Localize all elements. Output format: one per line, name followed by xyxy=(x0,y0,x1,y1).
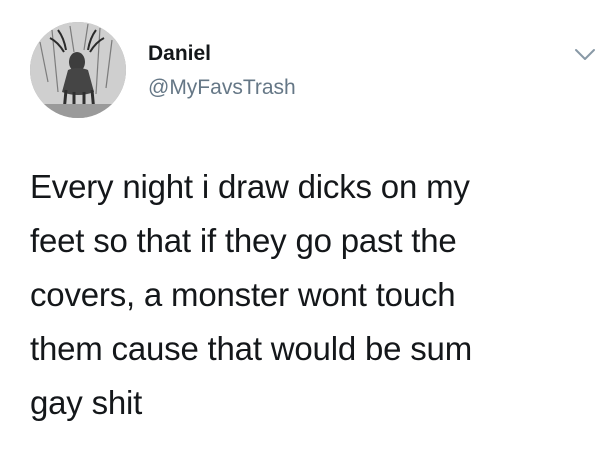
tweet-card: Daniel @MyFavsTrash Every night i draw d… xyxy=(0,0,610,455)
author-handle[interactable]: @MyFavsTrash xyxy=(148,76,296,100)
tweet-text-line: them cause that would be sum xyxy=(30,330,472,367)
tweet-text-line: gay shit xyxy=(30,384,143,421)
tweet-text-line: Every night i draw dicks on my xyxy=(30,168,470,205)
tweet-text-line: feet so that if they go past the xyxy=(30,222,457,259)
deer-photo-icon xyxy=(30,22,126,118)
chevron-down-icon[interactable] xyxy=(574,48,596,62)
tweet-text-line: covers, a monster wont touch xyxy=(30,276,456,313)
avatar[interactable] xyxy=(30,22,126,118)
author-name[interactable]: Daniel xyxy=(148,42,211,66)
tweet-text: Every night i draw dicks on my feet so t… xyxy=(30,160,590,430)
